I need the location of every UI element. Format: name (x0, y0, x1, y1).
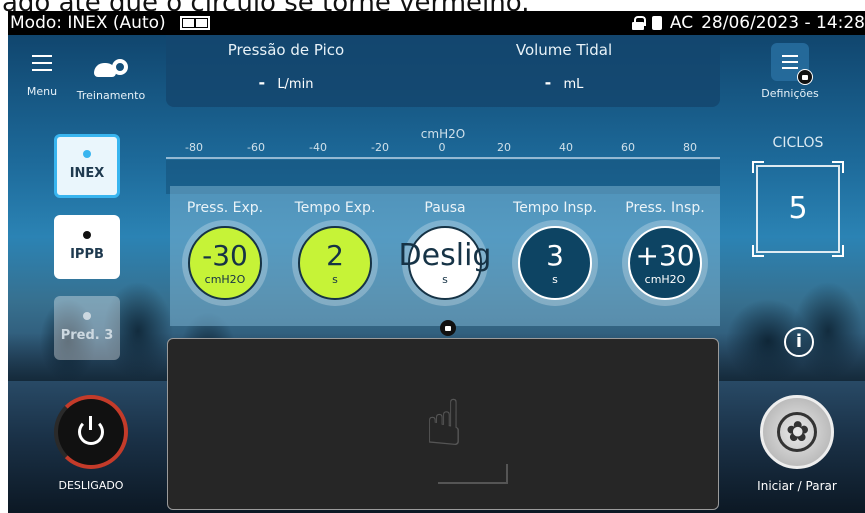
power-button[interactable]: DESLIGADO (48, 395, 134, 492)
scale-tick-label: 0 (438, 141, 446, 154)
cycles-counter[interactable]: 5 (752, 161, 844, 257)
mode-inex-button[interactable]: INEX (54, 134, 120, 198)
scale-tick-label: 20 (497, 141, 511, 154)
touch-panel[interactable]: ☝ (167, 338, 719, 510)
status-bar: Modo: INEX (Auto) AC 28/06/2023 - 14:28 (8, 11, 865, 35)
training-button[interactable]: Treinamento (66, 43, 156, 113)
peak-pressure-unit: L/min (277, 77, 314, 92)
plug-icon (651, 16, 662, 30)
power-status-label: DESLIGADO (58, 479, 124, 492)
mode-ippb-button[interactable]: IPPB (54, 215, 120, 279)
parameters-panel: Press. Exp. -30 cmH2O Tempo Exp. 2 s Pau… (170, 186, 720, 336)
param-label: Tempo Exp. (294, 200, 376, 216)
param-dial[interactable]: Deslig s (399, 226, 491, 300)
peak-pressure-title: Pressão de Pico (227, 41, 345, 59)
param-unit: s (552, 272, 558, 286)
status-dot-icon (83, 150, 91, 158)
mode-indicator: Modo: INEX (Auto) (10, 13, 166, 33)
param-label: Tempo Insp. (513, 200, 597, 216)
sliders-icon (782, 55, 798, 69)
scale-unit: cmH2O (420, 127, 466, 141)
mode-label: IPPB (70, 247, 104, 262)
mode-label: INEX (69, 166, 105, 181)
info-icon[interactable]: i (784, 327, 814, 357)
pressure-scale: cmH2O -80 -60 -40 -20 0 20 40 60 80 (166, 127, 720, 194)
param-dial[interactable]: 3 s (518, 226, 592, 300)
tidal-volume-unit: mL (563, 77, 584, 92)
param-value: 3 (546, 238, 564, 272)
start-stop-label: Iniciar / Parar (757, 479, 837, 493)
param-insp-time[interactable]: Tempo Insp. 3 s (500, 186, 610, 300)
mode-label: Pred. 3 (60, 328, 114, 343)
scale-tick-label: -60 (247, 141, 265, 154)
lock-icon (440, 320, 456, 336)
peak-pressure-value: - (258, 73, 266, 92)
param-exp-pressure[interactable]: Press. Exp. -30 cmH2O (170, 186, 280, 300)
param-value: Deslig (398, 237, 492, 273)
status-right: AC 28/06/2023 - 14:28 (631, 11, 865, 35)
power-icon (78, 416, 104, 445)
param-pause[interactable]: Pausa Deslig s (390, 186, 500, 300)
tidal-volume-value: - (544, 73, 552, 92)
hamburger-icon (32, 55, 52, 71)
param-dial[interactable]: 2 s (298, 226, 372, 300)
scale-tick-label: -80 (185, 141, 203, 154)
param-unit: cmH2O (204, 272, 246, 286)
param-label: Press. Exp. (186, 200, 264, 216)
param-dial[interactable]: -30 cmH2O (188, 226, 262, 300)
lock-icon (631, 16, 646, 30)
fan-icon (777, 412, 817, 452)
datetime: 28/06/2023 - 14:28 (701, 13, 865, 33)
status-dot-icon (83, 312, 91, 320)
cycles-value: 5 (788, 191, 808, 226)
status-dot-icon (83, 231, 91, 239)
training-icon (94, 57, 128, 79)
scale-axis (166, 157, 720, 159)
scale-tick-label: 80 (683, 141, 697, 154)
lock-icon (797, 69, 813, 85)
peak-pressure-readout: Pressão de Pico - L/min (186, 41, 386, 92)
measures-panel: Pressão de Pico - L/min Volume Tidal - m… (166, 35, 720, 107)
settings-label: Definições (761, 87, 819, 100)
param-label: Press. Insp. (625, 200, 705, 216)
param-unit: s (332, 272, 338, 286)
param-dial[interactable]: +30 cmH2O (628, 226, 702, 300)
mode-pred3-button[interactable]: Pred. 3 (54, 296, 120, 360)
tidal-volume-readout: Volume Tidal - mL (464, 41, 664, 92)
param-value: 2 (326, 238, 344, 272)
start-stop-button[interactable]: Iniciar / Parar (754, 395, 840, 493)
scale-tick-label: -20 (371, 141, 389, 154)
swipe-indicator (438, 464, 508, 484)
param-value: -30 (202, 238, 248, 272)
power-source: AC (669, 13, 694, 33)
scale-tick-label: -40 (309, 141, 327, 154)
param-unit: cmH2O (644, 272, 686, 286)
battery-icon (179, 16, 210, 30)
cycles-label: CICLOS (772, 135, 824, 151)
param-unit: s (442, 272, 448, 286)
scale-tick-label: 40 (559, 141, 573, 154)
hand-tap-icon: ☝ (424, 387, 464, 461)
menu-button[interactable]: Menu (18, 43, 66, 113)
tidal-volume-title: Volume Tidal (515, 41, 613, 59)
param-insp-pressure[interactable]: Press. Insp. +30 cmH2O (610, 186, 720, 300)
param-exp-time[interactable]: Tempo Exp. 2 s (280, 186, 390, 300)
param-label: Pausa (424, 200, 466, 216)
scale-tick-label: 60 (621, 141, 635, 154)
training-label: Treinamento (76, 89, 146, 102)
settings-button[interactable]: Definições (754, 43, 826, 118)
device-screen: Modo: INEX (Auto) AC 28/06/2023 - 14:28 … (8, 11, 865, 513)
menu-label: Menu (26, 85, 58, 98)
param-value: +30 (635, 238, 695, 272)
